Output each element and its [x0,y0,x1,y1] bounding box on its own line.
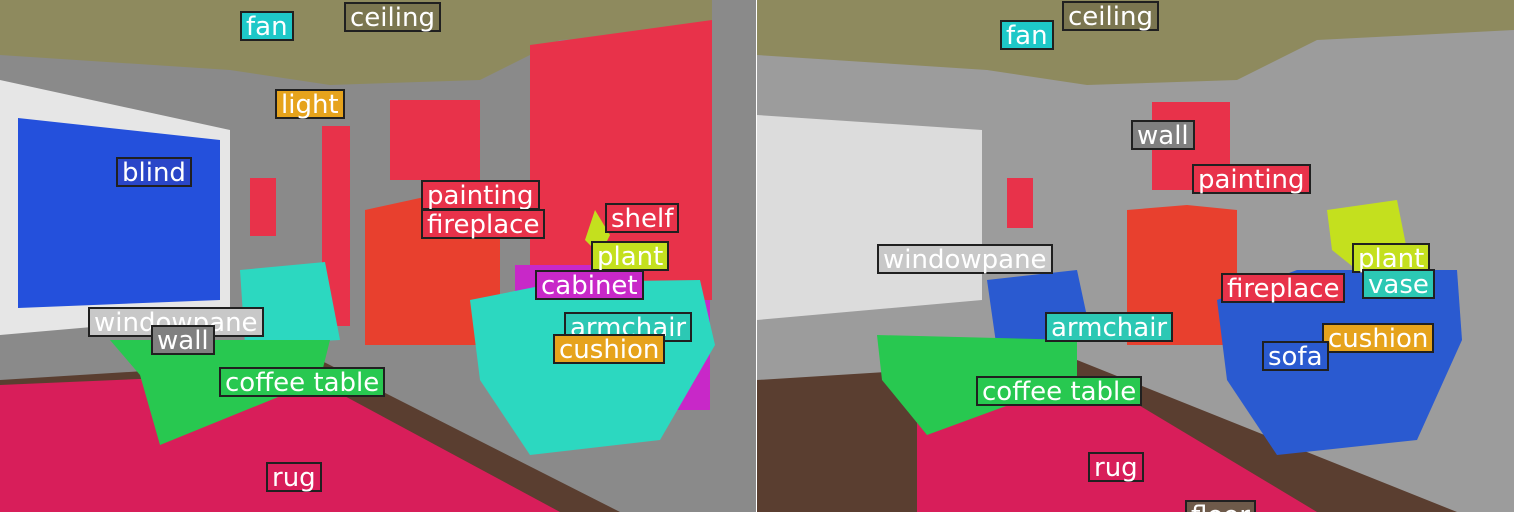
label-cabinet: cabinet [535,270,644,300]
label-wall: wall [1131,120,1195,150]
segmentation-panel-left: fan ceiling light blind painting firepla… [0,0,757,512]
label-shelf: shelf [605,203,680,233]
label-armchair: armchair [1045,312,1174,342]
label-plant: plant [591,241,670,271]
label-fan: fan [240,11,294,41]
label-coffee-table: coffee table [219,367,386,397]
label-sofa: sofa [1262,341,1329,371]
label-painting: painting [1192,164,1311,194]
label-blind: blind [116,157,192,187]
label-fan: fan [1000,20,1054,50]
blind-region [18,118,220,308]
label-fireplace: fireplace [421,209,546,239]
wall-edge-region [712,0,757,512]
label-ceiling: ceiling [1062,1,1159,31]
segmentation-panel-right: fan ceiling wall painting windowpane pla… [757,0,1514,512]
label-ceiling: ceiling [344,2,441,32]
label-cushion: cushion [553,334,666,364]
label-vase: vase [1362,269,1435,299]
label-wall: wall [151,325,215,355]
label-rug: rug [266,462,322,492]
small-painting-region [250,178,276,236]
windowpane-region [757,115,982,320]
label-floor: floor [1185,500,1256,512]
label-cushion: cushion [1322,323,1435,353]
label-windowpane: windowpane [877,244,1053,274]
label-rug: rug [1088,452,1144,482]
small-painting-region [1007,178,1033,228]
label-light: light [275,89,345,119]
painting-region [390,100,480,180]
label-painting: painting [421,180,540,210]
label-coffee-table: coffee table [976,376,1143,406]
label-fireplace: fireplace [1221,273,1346,303]
